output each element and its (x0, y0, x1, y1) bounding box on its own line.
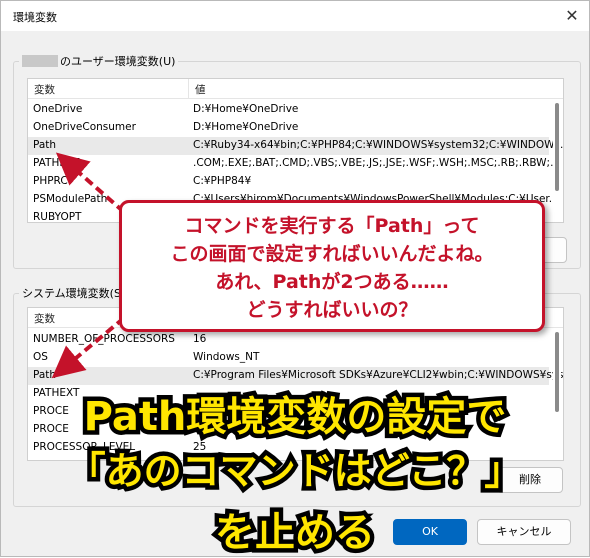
callout-line-1: コマンドを実行する「Path」って (184, 215, 480, 237)
headline-line-1: Path環境変数の設定で (79, 390, 511, 445)
headline-line-2: 「あのコマンドはどこ？」 (63, 445, 527, 498)
arrow-to-system-path (51, 316, 126, 379)
headline-line-3: を止める (211, 506, 380, 558)
arrow-to-user-path (55, 152, 126, 214)
callout-line-2: この画面で設定すればいいんだよね。 (170, 243, 494, 265)
callout-line-3: あれ、Pathが2つある…… (215, 271, 449, 293)
callout-bubble: コマンドを実行する「Path」って この画面で設定すればいいんだよね。 あれ、P… (119, 200, 545, 332)
callout-line-4: どうすればいいの？ (246, 299, 418, 321)
